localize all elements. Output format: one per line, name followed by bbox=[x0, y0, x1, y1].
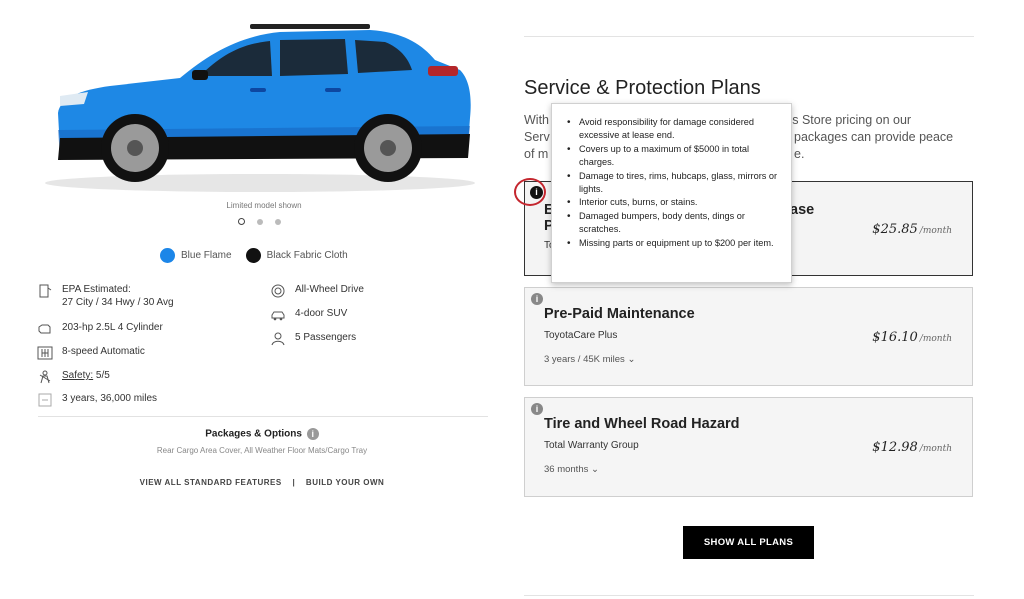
intro-fragment: ss Store pricing on our bbox=[786, 113, 912, 127]
plan-provider: ToyotaCare Plus bbox=[544, 330, 618, 341]
intro-fragment: e. bbox=[794, 147, 805, 161]
info-icon[interactable]: i bbox=[531, 293, 543, 305]
plan-term: 3 years / 45K miles bbox=[544, 354, 625, 365]
engine-text: 203-hp 2.5L 4 Cylinder bbox=[62, 322, 163, 333]
carousel-dot[interactable] bbox=[257, 218, 263, 225]
show-all-plans-button[interactable]: SHOW ALL PLANS bbox=[683, 526, 814, 559]
spec-epa: EPA Estimated: 27 City / 34 Hwy / 30 Avg bbox=[36, 283, 174, 309]
packages-description: Rear Cargo Area Cover, All Weather Floor… bbox=[156, 446, 368, 455]
intro-fragment: packages can provide peace bbox=[794, 130, 954, 144]
tooltip-item: Covers up to a maximum of $5000 in total… bbox=[564, 143, 781, 170]
tooltip-item: Avoid responsibility for damage consider… bbox=[564, 116, 781, 143]
carousel-dot[interactable] bbox=[275, 218, 281, 225]
intro-fragment: Serv bbox=[524, 130, 550, 144]
plan-provider: Total Warranty Group bbox=[544, 440, 639, 451]
image-caption: Limited model shown bbox=[226, 201, 302, 210]
chevron-down-icon: ⌄ bbox=[591, 464, 599, 475]
plan-name: Tire and Wheel Road Hazard bbox=[544, 416, 740, 432]
divider bbox=[524, 595, 974, 596]
seating-text: 5 Passengers bbox=[295, 332, 357, 343]
chevron-down-icon: ⌄ bbox=[627, 354, 636, 365]
packages-title: Packages & Options i bbox=[0, 428, 524, 440]
exterior-color-swatch bbox=[160, 248, 175, 263]
spec-drivetrain: All-Wheel Drive bbox=[269, 283, 364, 299]
plan-card-tire-wheel[interactable]: i Tire and Wheel Road Hazard Total Warra… bbox=[524, 397, 973, 497]
carousel-dot[interactable] bbox=[238, 218, 245, 225]
plan-price-value: $12.98 bbox=[872, 440, 918, 455]
section-title: Service & Protection Plans bbox=[524, 77, 761, 99]
carousel-dots bbox=[238, 218, 281, 225]
plan-price-value: $16.10 bbox=[872, 330, 918, 345]
intro-fragment: of m bbox=[524, 147, 549, 161]
engine-icon bbox=[36, 321, 54, 337]
plan-card-prepaid-maintenance[interactable]: i Pre-Paid Maintenance ToyotaCare Plus 3… bbox=[524, 287, 973, 386]
plan-price-unit: /month bbox=[919, 444, 952, 454]
interior-color-option[interactable]: Black Fabric Cloth bbox=[245, 248, 348, 263]
spec-body: 4-door SUV bbox=[269, 307, 347, 323]
plan-term: 36 months bbox=[544, 464, 589, 475]
divider bbox=[524, 36, 974, 37]
passenger-icon bbox=[269, 331, 287, 347]
body-text: 4-door SUV bbox=[295, 308, 348, 319]
spec-safety: Safety: 5/5 bbox=[36, 369, 110, 385]
gear-shift-icon bbox=[36, 345, 54, 361]
link-separator: | bbox=[292, 478, 296, 487]
divider bbox=[38, 416, 488, 417]
interior-color-swatch bbox=[245, 248, 261, 263]
plan-term-dropdown[interactable]: 3 years / 45K miles ⌄ bbox=[544, 354, 635, 365]
plan-price: $16.10/month bbox=[872, 330, 952, 345]
plan-info-tooltip: Avoid responsibility for damage consider… bbox=[551, 103, 792, 283]
exterior-color-option[interactable]: Blue Flame bbox=[160, 248, 232, 263]
intro-fragment: With bbox=[524, 113, 549, 127]
tooltip-item: Damage to tires, rims, hubcaps, glass, m… bbox=[564, 170, 781, 197]
spec-transmission: 8-speed Automatic bbox=[36, 345, 145, 361]
seatbelt-icon bbox=[36, 369, 54, 385]
fuel-pump-icon bbox=[36, 283, 54, 299]
plan-price-unit: /month bbox=[919, 226, 952, 236]
annotation-circle bbox=[514, 178, 546, 206]
spec-seating: 5 Passengers bbox=[269, 331, 356, 347]
packages-title-text: Packages & Options bbox=[205, 428, 302, 440]
plan-price: $25.85/month bbox=[872, 222, 952, 237]
plan-name-fragment: ase bbox=[790, 202, 815, 218]
drivetrain-text: All-Wheel Drive bbox=[295, 284, 364, 295]
car-icon bbox=[269, 307, 287, 323]
plan-name: Pre-Paid Maintenance bbox=[544, 306, 695, 322]
info-icon[interactable]: i bbox=[306, 428, 319, 440]
tooltip-item: Missing parts or equipment up to $200 pe… bbox=[564, 237, 781, 251]
view-all-features-link[interactable]: VIEW ALL STANDARD FEATURES bbox=[140, 478, 282, 487]
tooltip-item: Damaged bumpers, body dents, dings or sc… bbox=[564, 210, 781, 237]
warranty-icon bbox=[36, 392, 54, 408]
color-options: Blue Flame Black Fabric Cloth bbox=[160, 248, 362, 263]
safety-value: 5/5 bbox=[95, 370, 110, 381]
safety-link[interactable]: Safety: bbox=[62, 370, 93, 381]
plan-price: $12.98/month bbox=[872, 440, 952, 455]
vehicle-image[interactable] bbox=[40, 18, 480, 198]
epa-label: EPA Estimated: bbox=[62, 284, 131, 295]
transmission-text: 8-speed Automatic bbox=[62, 346, 145, 357]
spec-engine: 203-hp 2.5L 4 Cylinder bbox=[36, 321, 163, 337]
exterior-color-label: Blue Flame bbox=[181, 250, 232, 261]
feature-links: VIEW ALL STANDARD FEATURES | BUILD YOUR … bbox=[0, 478, 524, 487]
interior-color-label: Black Fabric Cloth bbox=[266, 250, 348, 261]
plan-price-unit: /month bbox=[919, 334, 952, 344]
plan-term-dropdown[interactable]: 36 months ⌄ bbox=[544, 464, 599, 475]
build-your-own-link[interactable]: BUILD YOUR OWN bbox=[306, 478, 384, 487]
spec-warranty: 3 years, 36,000 miles bbox=[36, 392, 157, 408]
tooltip-item: Interior cuts, burns, or stains. bbox=[564, 196, 781, 210]
info-icon[interactable]: i bbox=[531, 403, 543, 415]
warranty-text: 3 years, 36,000 miles bbox=[62, 393, 158, 404]
epa-value: 27 City / 34 Hwy / 30 Avg bbox=[62, 297, 174, 308]
awd-icon bbox=[269, 283, 287, 299]
plan-price-value: $25.85 bbox=[872, 222, 918, 237]
